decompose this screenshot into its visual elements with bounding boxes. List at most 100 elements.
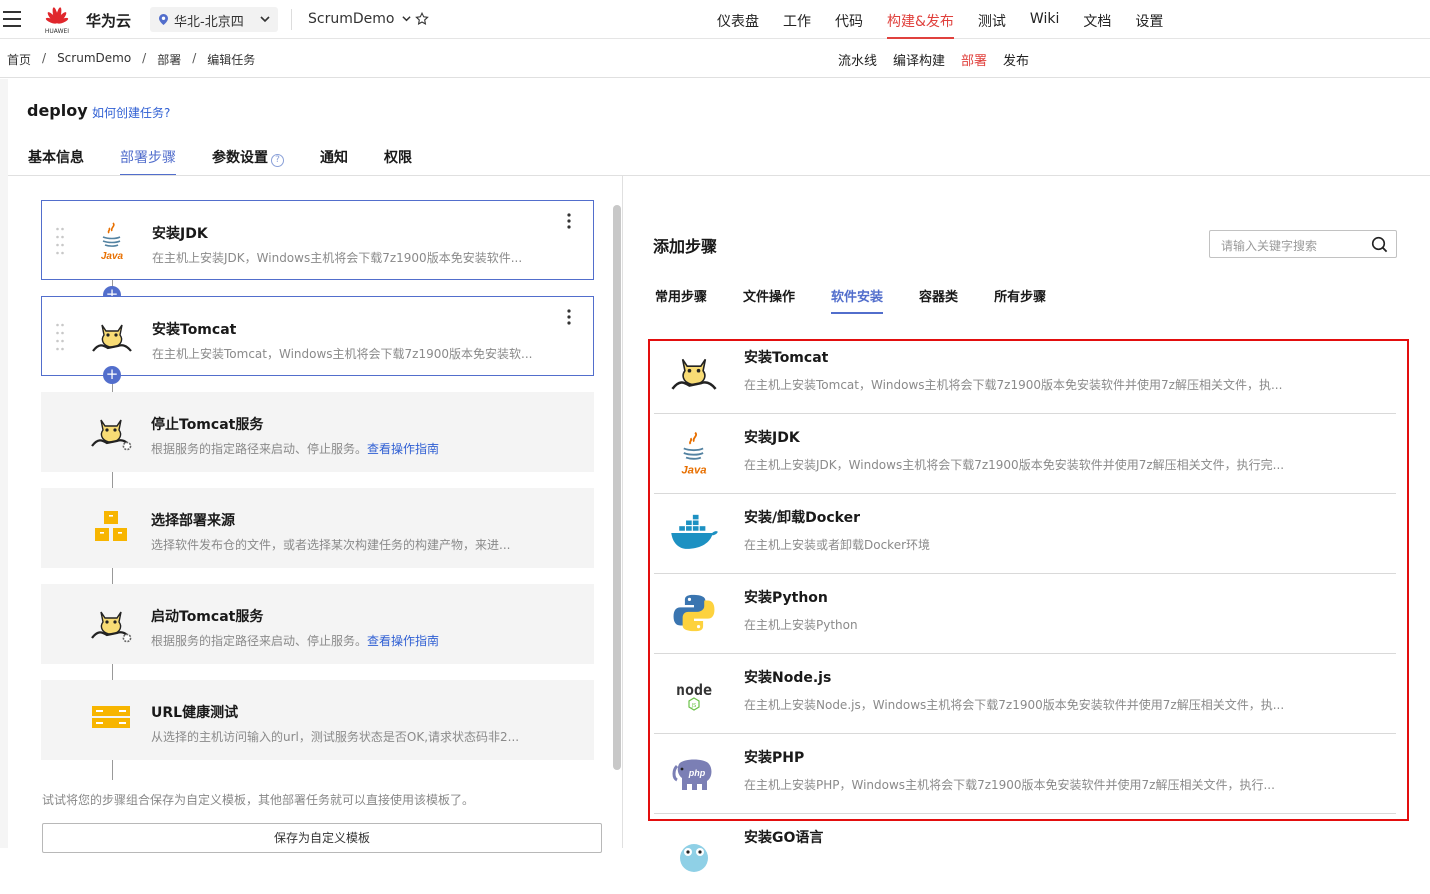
huawei-logo-icon xyxy=(45,7,69,24)
tab-file-operations[interactable]: 文件操作 xyxy=(743,286,795,314)
step-card[interactable]: 停止Tomcat服务 根据服务的指定路径来启动、停止服务。查看操作指南 xyxy=(41,392,594,472)
nav-settings[interactable]: 设置 xyxy=(1135,0,1163,39)
step-card[interactable]: Java 安装JDK 在主机上安装JDK，Windows主机将会下载7z1900… xyxy=(41,200,594,280)
template-tip: 试试将您的步骤组合保存为自定义模板，其他部署任务就可以直接使用该模板了。 xyxy=(42,793,475,807)
left-rail xyxy=(0,79,8,848)
breadcrumb-project[interactable]: ScrumDemo xyxy=(57,51,131,68)
breadcrumb-separator: / xyxy=(192,51,197,65)
available-step-item[interactable]: php 安装PHP 在主机上安装PHP，Windows主机将会下载7z1900版… xyxy=(654,734,1396,814)
step-name: 安装Tomcat xyxy=(152,322,237,338)
tab-permissions[interactable]: 权限 xyxy=(384,147,412,176)
available-step-item[interactable]: Java 安装JDK 在主机上安装JDK，Windows主机将会下载7z1900… xyxy=(654,414,1396,494)
java-icon: Java xyxy=(681,431,707,476)
subnav-release[interactable]: 发布 xyxy=(1003,50,1029,69)
help-icon[interactable]: ? xyxy=(271,154,284,167)
nodejs-icon-text: node xyxy=(676,681,712,699)
subnav-build[interactable]: 编译构建 xyxy=(893,50,945,69)
brand-name[interactable]: 华为云 xyxy=(86,10,131,31)
available-step-item[interactable]: 安装Tomcat 在主机上安装Tomcat，Windows主机将会下载7z190… xyxy=(654,334,1396,414)
add-step-title: 添加步骤 xyxy=(653,237,718,256)
search-input[interactable]: 请输入关键字搜索 xyxy=(1221,237,1317,254)
step-desc: 根据服务的指定路径来启动、停止服务。查看操作指南 xyxy=(151,632,439,649)
step-card[interactable]: 选择部署来源 选择软件发布仓的文件，或者选择某次构建任务的构建产物，来进... xyxy=(41,488,594,568)
more-vertical-icon[interactable] xyxy=(567,309,571,325)
tabs-divider xyxy=(8,175,1430,176)
nav-code[interactable]: 代码 xyxy=(835,0,863,39)
location-pin-icon xyxy=(159,14,168,25)
step-name: 选择部署来源 xyxy=(151,513,235,529)
breadcrumb-deploy[interactable]: 部署 xyxy=(157,51,181,68)
nav-test[interactable]: 测试 xyxy=(978,0,1006,39)
breadcrumb-home[interactable]: 首页 xyxy=(7,51,31,68)
guide-link[interactable]: 查看操作指南 xyxy=(367,442,439,456)
available-step-item[interactable]: 安装Python 在主机上安装Python xyxy=(654,574,1396,654)
chevron-down-icon xyxy=(402,16,411,22)
nodejs-icon: node JS xyxy=(676,681,712,711)
tomcat-gear-icon xyxy=(91,419,132,451)
nav-work[interactable]: 工作 xyxy=(783,0,811,39)
star-icon[interactable] xyxy=(415,12,429,26)
tab-common-steps[interactable]: 常用步骤 xyxy=(655,286,707,314)
tab-basic-info[interactable]: 基本信息 xyxy=(28,147,84,176)
available-step-name: 安装JDK xyxy=(744,430,800,446)
step-desc-text: 根据服务的指定路径来启动、停止服务。 xyxy=(151,634,368,648)
nav-dashboard[interactable]: 仪表盘 xyxy=(717,0,759,39)
subnav-deploy[interactable]: 部署 xyxy=(961,50,987,69)
step-name: 安装JDK xyxy=(152,226,208,242)
nav-docs[interactable]: 文档 xyxy=(1083,0,1111,39)
project-selector[interactable]: ScrumDemo xyxy=(308,11,411,27)
available-step-desc: 在主机上安装Node.js，Windows主机将会下载7z1900版本免安装软件… xyxy=(744,698,1285,712)
search-icon[interactable] xyxy=(1371,236,1388,253)
step-card[interactable]: 启动Tomcat服务 根据服务的指定路径来启动、停止服务。查看操作指南 xyxy=(41,584,594,664)
region-selector[interactable]: 华北-北京四 xyxy=(150,7,278,32)
nav-build-release[interactable]: 构建&发布 xyxy=(887,0,954,39)
menu-icon[interactable] xyxy=(3,11,21,27)
step-card[interactable]: URL健康测试 从选择的主机访问输入的url，测试服务状态是否OK,请求状态码非… xyxy=(41,680,594,760)
subnav-pipeline[interactable]: 流水线 xyxy=(838,50,877,69)
sub-nav: 流水线 编译构建 部署 发布 xyxy=(830,50,1037,69)
available-step-name: 安装/卸载Docker xyxy=(744,510,860,526)
top-bar: HUAWEI 华为云 华北-北京四 ScrumDemo 仪表盘 工作 代码 构建… xyxy=(0,0,1430,39)
tab-notifications[interactable]: 通知 xyxy=(320,147,348,176)
breadcrumb-separator: / xyxy=(42,51,47,65)
project-name: ScrumDemo xyxy=(308,11,395,27)
php-icon-text: php xyxy=(688,768,706,778)
available-step-desc: 在主机上安装Tomcat，Windows主机将会下载7z1900版本免安装软件并… xyxy=(744,378,1283,392)
tab-containers[interactable]: 容器类 xyxy=(919,286,958,314)
java-icon: Java xyxy=(101,222,124,262)
available-step-desc: 在主机上安装PHP，Windows主机将会下载7z1900版本免安装软件并使用7… xyxy=(744,778,1275,792)
docker-icon xyxy=(671,514,718,549)
breadcrumb-current: 编辑任务 xyxy=(207,53,256,67)
huawei-logo-text: HUAWEI xyxy=(44,28,70,35)
tab-parameters-label: 参数设置 xyxy=(212,150,268,166)
available-step-desc: 在主机上安装Python xyxy=(744,618,858,632)
search-box[interactable]: 请输入关键字搜索 xyxy=(1209,230,1397,258)
save-as-template-button[interactable]: 保存为自定义模板 xyxy=(42,823,602,853)
available-step-item[interactable]: node JS 安装Node.js 在主机上安装Node.js，Windows主… xyxy=(654,654,1396,734)
step-desc: 根据服务的指定路径来启动、停止服务。查看操作指南 xyxy=(151,440,439,457)
more-vertical-icon[interactable] xyxy=(567,213,571,229)
region-label: 华北-北京四 xyxy=(174,15,244,30)
step-list-scrollbar[interactable] xyxy=(613,205,621,770)
java-icon-text: Java xyxy=(681,464,706,476)
tab-software-install[interactable]: 软件安装 xyxy=(831,286,884,314)
nav-wiki[interactable]: Wiki xyxy=(1030,0,1059,39)
drag-handle-icon[interactable] xyxy=(56,323,64,351)
step-desc: 从选择的主机访问输入的url，测试服务状态是否OK,请求状态码非2... xyxy=(151,730,520,744)
available-step-item[interactable]: 安装/卸载Docker 在主机上安装或者卸载Docker环境 xyxy=(654,494,1396,574)
add-step-button[interactable]: + xyxy=(103,366,121,384)
howto-link[interactable]: 如何创建任务? xyxy=(92,104,170,121)
guide-link[interactable]: 查看操作指南 xyxy=(367,634,439,648)
huawei-logo[interactable]: HUAWEI xyxy=(42,4,72,35)
available-step-item[interactable]: 安装GO语言 xyxy=(654,814,1396,894)
step-card[interactable]: 安装Tomcat 在主机上安装Tomcat，Windows主机将会下载7z190… xyxy=(41,296,594,376)
go-icon xyxy=(680,844,708,872)
tab-deploy-steps[interactable]: 部署步骤 xyxy=(120,147,176,176)
available-step-name: 安装GO语言 xyxy=(744,830,824,846)
header-divider xyxy=(291,9,292,30)
boxes-icon xyxy=(95,511,127,541)
step-name: 停止Tomcat服务 xyxy=(151,417,264,433)
tab-all-steps[interactable]: 所有步骤 xyxy=(994,286,1046,314)
drag-handle-icon[interactable] xyxy=(56,227,64,255)
tab-parameters[interactable]: 参数设置? xyxy=(212,147,284,176)
